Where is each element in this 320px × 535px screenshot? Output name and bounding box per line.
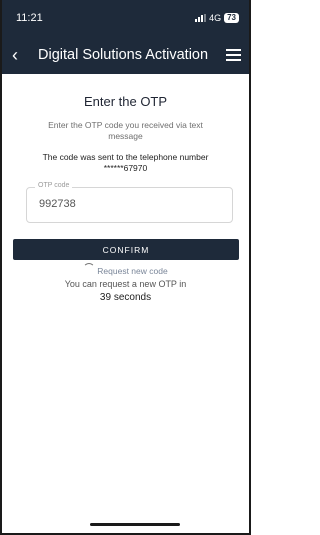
app-header: ‹ Digital Solutions Activation [2,36,249,74]
page-title: Digital Solutions Activation [38,47,209,63]
loading-spinner-icon [83,263,96,275]
status-bar: 11:21 4G 73 [2,0,249,36]
request-new-code-link[interactable]: Request new code [10,263,241,276]
resend-info-text: You can request a new OTP in [64,279,187,289]
status-time: 11:21 [16,12,43,24]
request-new-code-label: Request new code [97,266,168,276]
otp-title: Enter the OTP [83,94,168,109]
countdown-timer: 39 seconds [99,292,152,303]
chevron-left-icon[interactable]: ‹ [12,46,30,64]
confirm-button[interactable]: CONFIRM [13,239,239,260]
signal-icon [195,14,207,22]
home-indicator [90,523,180,526]
otp-content: Enter the OTP Enter the OTP code you rec… [2,94,249,223]
otp-code-label: OTP code [35,182,73,189]
hamburger-menu-icon[interactable] [226,49,241,61]
status-indicators: 4G 73 [195,13,239,23]
network-type: 4G [209,13,222,23]
phone-screen: 11:21 4G 73 ‹ Digital Solutions Activati… [0,0,251,535]
otp-instruction: Enter the OTP code you received via text… [48,120,203,141]
battery-icon: 73 [224,13,239,23]
sent-to-info: The code was sent to the telephone numbe… [10,152,241,174]
otp-code-field[interactable]: OTP code 992738 [26,182,233,223]
masked-phone-number: ******67970 [103,163,148,173]
top-bar: 11:21 4G 73 ‹ Digital Solutions Activati… [2,0,249,74]
resend-section: Request new code You can request a new O… [2,263,249,303]
sent-to-text: The code was sent to the telephone numbe… [42,152,209,162]
otp-code-input[interactable]: 992738 [39,198,76,210]
